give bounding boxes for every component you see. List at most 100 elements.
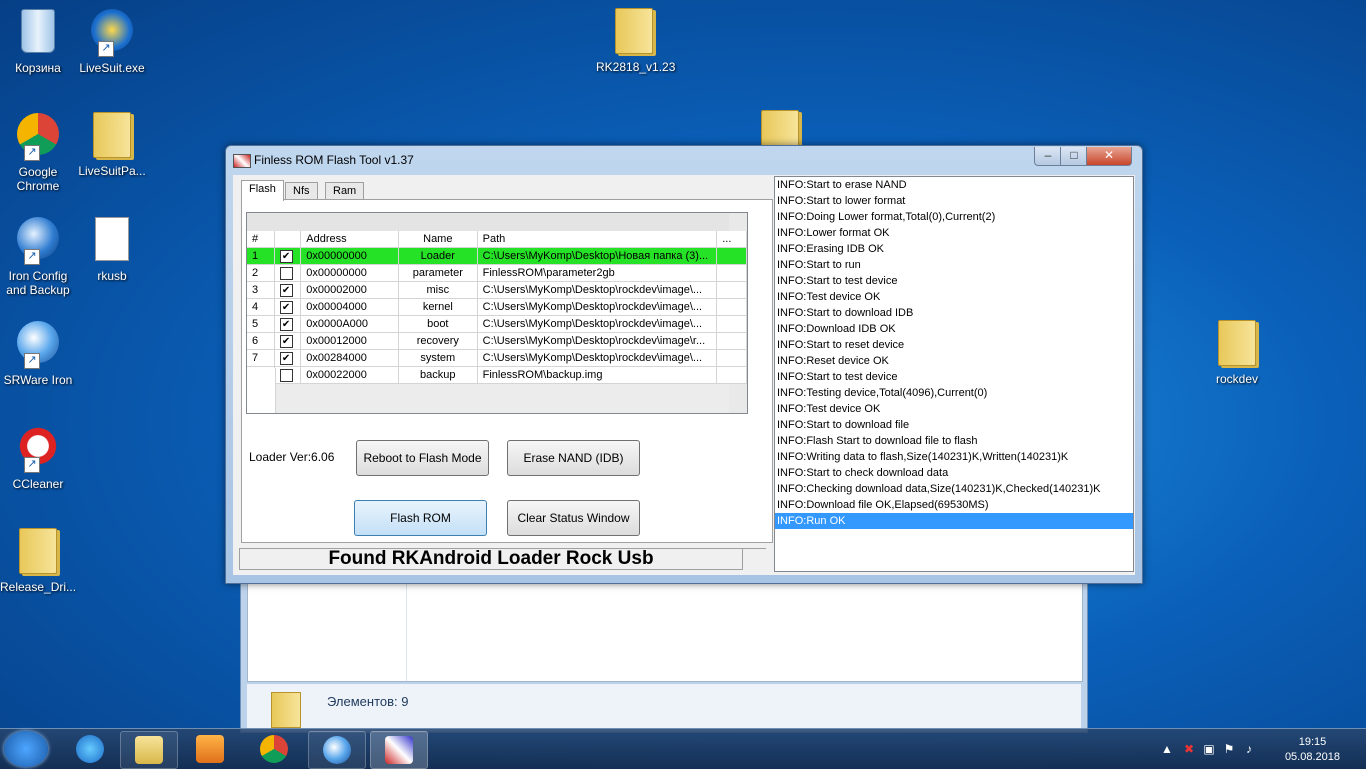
row-checkbox[interactable]: ✔ bbox=[279, 334, 293, 348]
log-line[interactable]: INFO:Start to erase NAND bbox=[775, 177, 1133, 193]
table-row[interactable]: 80x00022000backupFinlessROM\backup.img bbox=[247, 366, 747, 384]
table-row[interactable]: 3 ✔ 0x00002000 misc C:\Users\MyKomp\Desktop\… bbox=[247, 281, 747, 299]
network-icon[interactable]: ✖ bbox=[1182, 742, 1196, 756]
log-line[interactable]: INFO:Doing Lower format,Total(0),Current… bbox=[775, 209, 1133, 225]
row-path[interactable]: C:\Users\MyKomp\Desktop\rockdev\image\..… bbox=[477, 315, 718, 333]
log-line[interactable]: INFO:Start to download file bbox=[775, 417, 1133, 433]
column-header-check[interactable] bbox=[274, 231, 302, 248]
start-button[interactable] bbox=[4, 731, 48, 767]
clear-status-button[interactable]: Clear Status Window bbox=[507, 500, 640, 536]
row-path[interactable]: C:\Users\MyKomp\Desktop\Новая папка (3).… bbox=[477, 247, 718, 265]
row-path[interactable]: C:\Users\MyKomp\Desktop\rockdev\image\r.… bbox=[477, 332, 718, 350]
desktop-icon-livesuitpack[interactable]: LiveSuitPa... bbox=[74, 110, 150, 178]
row-more-cell[interactable] bbox=[716, 281, 747, 299]
log-line[interactable]: INFO:Test device OK bbox=[775, 401, 1133, 417]
log-line[interactable]: INFO:Start to test device bbox=[775, 273, 1133, 289]
desktop-icon-rkusb[interactable]: rkusb bbox=[74, 214, 150, 283]
log-line[interactable]: INFO:Testing device,Total(4096),Current(… bbox=[775, 385, 1133, 401]
show-hidden-icons-icon[interactable]: ▲ bbox=[1160, 742, 1174, 756]
explorer-content-pane[interactable] bbox=[247, 580, 1083, 682]
log-line[interactable]: INFO:Start to test device bbox=[775, 369, 1133, 385]
table-row[interactable]: 5 ✔ 0x0000A000 boot C:\Users\MyKomp\Desktop\… bbox=[247, 315, 747, 333]
log-line[interactable]: INFO:Lower format OK bbox=[775, 225, 1133, 241]
desktop-icon-chrome[interactable]: ↗ Google Chrome bbox=[0, 110, 76, 193]
desktop-icon-rk2818[interactable]: RK2818_v1.23 bbox=[596, 6, 675, 74]
desktop-icon-release-drivers[interactable]: Release_Dri... bbox=[0, 526, 76, 594]
desktop-icon-rockdev[interactable]: rockdev bbox=[1199, 318, 1275, 386]
desktop-icon-ccleaner[interactable]: ↗ CCleaner bbox=[0, 422, 76, 491]
maximize-button[interactable]: □ bbox=[1060, 147, 1088, 166]
row-more-cell[interactable] bbox=[716, 247, 747, 265]
desktop-icon-iron-config[interactable]: ↗ Iron Config and Backup bbox=[0, 214, 76, 297]
row-more-cell[interactable] bbox=[716, 315, 747, 333]
row-more-cell[interactable] bbox=[716, 298, 747, 316]
column-header-path[interactable]: Path bbox=[477, 231, 718, 248]
log-line[interactable]: INFO:Start to download IDB bbox=[775, 305, 1133, 321]
row-checkbox[interactable] bbox=[279, 368, 293, 382]
log-line[interactable]: INFO:Run OK bbox=[775, 513, 1133, 529]
row-more-cell[interactable] bbox=[716, 264, 747, 282]
row-checkbox[interactable]: ✔ bbox=[279, 300, 293, 314]
row-more-cell[interactable] bbox=[716, 349, 747, 367]
row-path[interactable]: C:\Users\MyKomp\Desktop\rockdev\image\..… bbox=[477, 298, 718, 316]
usb-device-icon[interactable]: ▣ bbox=[1202, 742, 1216, 756]
log-line[interactable]: INFO:Reset device OK bbox=[775, 353, 1133, 369]
column-header-address[interactable]: Address bbox=[300, 231, 399, 248]
log-line[interactable]: INFO:Start to lower format bbox=[775, 193, 1133, 209]
close-button[interactable]: ✕ bbox=[1086, 147, 1132, 166]
table-row[interactable]: 4 ✔ 0x00004000 kernel C:\Users\MyKomp\Deskto… bbox=[247, 298, 747, 316]
table-row[interactable]: 6 ✔ 0x00012000 recovery C:\Users\MyKomp\Desk… bbox=[247, 332, 747, 350]
log-line[interactable]: INFO:Erasing IDB OK bbox=[775, 241, 1133, 257]
row-more-cell[interactable] bbox=[716, 366, 747, 384]
column-header-more[interactable]: ... bbox=[716, 231, 747, 248]
table-row[interactable]: 1 ✔ 0x00000000 Loader C:\Users\MyKomp\Deskto… bbox=[247, 247, 747, 265]
log-line[interactable]: INFO:Writing data to flash,Size(140231)K… bbox=[775, 449, 1133, 465]
erase-nand-button[interactable]: Erase NAND (IDB) bbox=[507, 440, 640, 476]
explorer-window[interactable]: Элементов: 9 bbox=[240, 575, 1088, 733]
flash-tool-window[interactable]: Finless ROM Flash Tool v1.37 – □ ✕ Flash… bbox=[225, 145, 1143, 584]
log-line[interactable]: INFO:Flash Start to download file to fla… bbox=[775, 433, 1133, 449]
row-path[interactable]: FinlessROM\parameter2gb bbox=[477, 264, 718, 282]
reboot-flash-mode-button[interactable]: Reboot to Flash Mode bbox=[356, 440, 489, 476]
taskbar-explorer[interactable] bbox=[120, 731, 178, 769]
log-line[interactable]: INFO:Checking download data,Size(140231)… bbox=[775, 481, 1133, 497]
taskbar-srware-iron[interactable] bbox=[308, 731, 366, 769]
desktop-icon-recycle-bin[interactable]: Корзина bbox=[0, 6, 76, 75]
clock[interactable]: 19:15 05.08.2018 bbox=[1285, 735, 1340, 765]
column-header-num[interactable]: # bbox=[247, 231, 275, 248]
desktop-icon-srware-iron[interactable]: ↗ SRWare Iron bbox=[0, 318, 76, 387]
desktop-icon-livesuit[interactable]: ↗ LiveSuit.exe bbox=[74, 6, 150, 75]
log-line[interactable]: INFO:Download IDB OK bbox=[775, 321, 1133, 337]
window-titlebar[interactable]: Finless ROM Flash Tool v1.37 – □ ✕ bbox=[226, 146, 1142, 174]
taskbar-finless-tool[interactable] bbox=[370, 731, 428, 769]
tab-ram[interactable]: Ram bbox=[325, 182, 365, 200]
log-listbox[interactable]: INFO:Start to erase NAND INFO:Start to lo… bbox=[774, 176, 1134, 572]
row-path[interactable]: C:\Users\MyKomp\Desktop\rockdev\image\..… bbox=[477, 281, 718, 299]
partition-grid[interactable]: # Address Name Path ... 1 ✔ 0x00000000 Load… bbox=[246, 212, 748, 414]
taskbar-chrome[interactable] bbox=[246, 731, 302, 767]
taskbar-media-player[interactable] bbox=[182, 731, 238, 767]
flash-rom-button[interactable]: Flash ROM bbox=[354, 500, 487, 536]
taskbar-ie[interactable] bbox=[62, 731, 118, 767]
row-checkbox[interactable]: ✔ bbox=[279, 351, 293, 365]
log-line[interactable]: INFO:Test device OK bbox=[775, 289, 1133, 305]
minimize-button[interactable]: – bbox=[1034, 147, 1062, 166]
volume-icon[interactable]: ♪ bbox=[1242, 742, 1256, 756]
row-checkbox[interactable]: ✔ bbox=[279, 317, 293, 331]
column-header-name[interactable]: Name bbox=[398, 231, 478, 248]
row-checkbox[interactable] bbox=[279, 266, 293, 280]
log-line[interactable]: INFO:Download file OK,Elapsed(69530MS) bbox=[775, 497, 1133, 513]
tab-nfs[interactable]: Nfs bbox=[285, 182, 318, 200]
log-line[interactable]: INFO:Start to run bbox=[775, 257, 1133, 273]
row-path[interactable]: C:\Users\MyKomp\Desktop\rockdev\image\..… bbox=[477, 349, 718, 367]
row-more-cell[interactable] bbox=[716, 332, 747, 350]
action-center-icon[interactable]: ⚑ bbox=[1222, 742, 1236, 756]
log-line[interactable]: INFO:Start to reset device bbox=[775, 337, 1133, 353]
row-path[interactable]: FinlessROM\backup.img bbox=[477, 366, 718, 384]
table-row[interactable]: 2 0x00000000 parameter FinlessROM\parameter… bbox=[247, 264, 747, 282]
table-row[interactable]: 7 ✔ 0x00284000 system C:\Users\MyKomp\Deskto… bbox=[247, 349, 747, 367]
tab-flash[interactable]: Flash bbox=[241, 180, 284, 201]
row-checkbox[interactable]: ✔ bbox=[279, 249, 293, 263]
log-line[interactable]: INFO:Start to check download data bbox=[775, 465, 1133, 481]
row-checkbox[interactable]: ✔ bbox=[279, 283, 293, 297]
